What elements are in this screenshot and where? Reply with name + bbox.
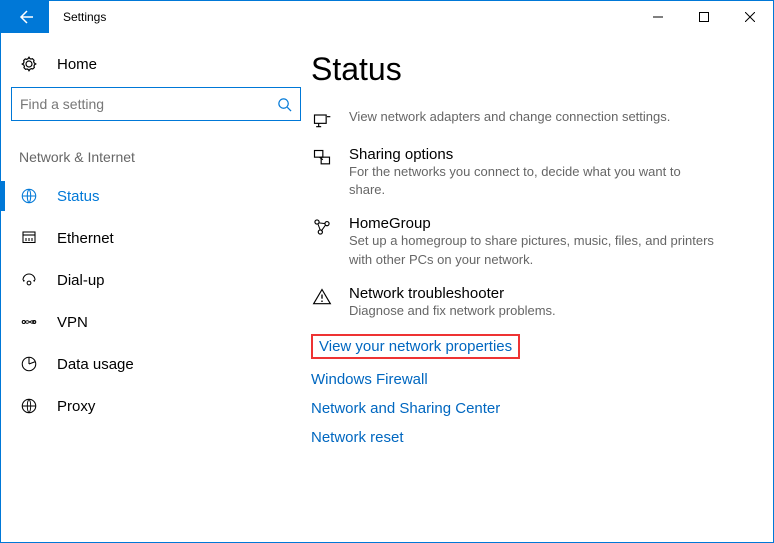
link-firewall-row: Windows Firewall (311, 365, 753, 394)
window-title: Settings (49, 10, 106, 24)
homegroup-title: HomeGroup (349, 215, 719, 232)
back-arrow-icon (17, 9, 33, 25)
nav-dialup[interactable]: Dial-up (1, 259, 311, 301)
sharing-icon (311, 146, 333, 199)
nav-ethernet-label: Ethernet (57, 230, 114, 247)
homegroup-desc: Set up a homegroup to share pictures, mu… (349, 232, 719, 268)
nav-datausage-label: Data usage (57, 356, 134, 373)
network-sharing-center-link[interactable]: Network and Sharing Center (311, 400, 500, 417)
close-icon (745, 12, 755, 22)
link-reset-row: Network reset (311, 423, 753, 452)
vpn-icon (19, 313, 39, 331)
body-area: Home Network & Internet Status Ether (1, 33, 773, 542)
sharing-title: Sharing options (349, 146, 719, 163)
settings-window: Settings Home (0, 0, 774, 543)
troubleshooter-row[interactable]: Network troubleshooter Diagnose and fix … (311, 277, 753, 328)
homegroup-icon (311, 215, 333, 268)
title-bar: Settings (1, 1, 773, 33)
nav-dialup-label: Dial-up (57, 272, 105, 289)
caption-buttons (635, 1, 773, 33)
adapter-icon (311, 108, 333, 130)
adapter-desc: View network adapters and change connect… (349, 108, 670, 126)
nav-status-label: Status (57, 188, 100, 205)
minimize-button[interactable] (635, 1, 681, 33)
sharing-desc: For the networks you connect to, decide … (349, 163, 719, 199)
troubleshooter-desc: Diagnose and fix network problems. (349, 302, 556, 320)
view-network-properties-link[interactable]: View your network properties (319, 338, 512, 355)
gear-icon (19, 55, 39, 73)
link-properties-row: View your network properties (311, 328, 753, 365)
back-button[interactable] (1, 1, 49, 33)
nav-vpn[interactable]: VPN (1, 301, 311, 343)
link-sharingcenter-row: Network and Sharing Center (311, 394, 753, 423)
home-label: Home (57, 56, 97, 73)
page-heading: Status (311, 51, 753, 88)
content-pane: Status View network adapters and change … (311, 33, 773, 542)
nav-status[interactable]: Status (1, 175, 311, 217)
homegroup-row[interactable]: HomeGroup Set up a homegroup to share pi… (311, 207, 753, 276)
troubleshooter-title: Network troubleshooter (349, 285, 556, 302)
datausage-icon (19, 355, 39, 373)
adapter-options-row[interactable]: View network adapters and change connect… (311, 100, 753, 138)
sharing-options-row[interactable]: Sharing options For the networks you con… (311, 138, 753, 207)
network-reset-link[interactable]: Network reset (311, 429, 404, 446)
dialup-icon (19, 271, 39, 289)
nav-ethernet[interactable]: Ethernet (1, 217, 311, 259)
maximize-icon (699, 12, 709, 22)
nav-vpn-label: VPN (57, 314, 88, 331)
nav-proxy-label: Proxy (57, 398, 95, 415)
search-icon (277, 97, 292, 112)
nav-proxy[interactable]: Proxy (1, 385, 311, 427)
sidebar: Home Network & Internet Status Ether (1, 33, 311, 542)
close-button[interactable] (727, 1, 773, 33)
nav-datausage[interactable]: Data usage (1, 343, 311, 385)
home-button[interactable]: Home (1, 45, 311, 83)
warning-icon (311, 285, 333, 320)
section-title: Network & Internet (1, 121, 311, 175)
search-box[interactable] (11, 87, 301, 121)
highlight-box: View your network properties (311, 334, 520, 359)
proxy-icon (19, 397, 39, 415)
search-input[interactable] (20, 96, 277, 112)
maximize-button[interactable] (681, 1, 727, 33)
ethernet-icon (19, 229, 39, 247)
globe-icon (19, 187, 39, 205)
minimize-icon (653, 12, 663, 22)
windows-firewall-link[interactable]: Windows Firewall (311, 371, 428, 388)
